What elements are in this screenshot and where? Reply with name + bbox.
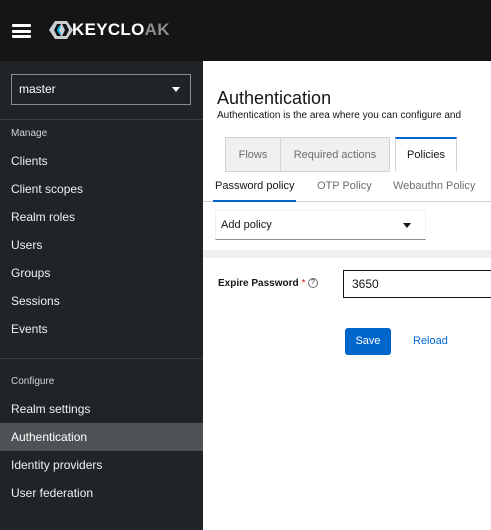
subtab-password-policy[interactable]: Password policy bbox=[212, 172, 297, 202]
sidebar: master Manage Clients Client scopes Real… bbox=[0, 61, 203, 530]
hamburger-icon[interactable] bbox=[12, 24, 31, 38]
page-header: Authentication Authentication is the are… bbox=[203, 61, 491, 146]
policy-toolbar: Add policy bbox=[203, 202, 491, 250]
brand-name[interactable]: KEYCLOAK bbox=[72, 18, 170, 42]
brand-name-main: KEYCLO bbox=[72, 20, 145, 39]
nav-section-title-manage: Manage bbox=[11, 128, 48, 139]
sidebar-item-realm-roles[interactable]: Realm roles bbox=[0, 203, 203, 231]
sidebar-item-authentication[interactable]: Authentication bbox=[0, 423, 203, 451]
password-policy-form: Expire Password* ? Save Reload bbox=[203, 258, 491, 530]
keycloak-logo-icon bbox=[49, 21, 73, 39]
tab-flows[interactable]: Flows bbox=[225, 137, 281, 172]
sidebar-item-events[interactable]: Events bbox=[0, 315, 203, 343]
policy-subtabs: Password policy OTP Policy Webauthn Poli… bbox=[203, 172, 491, 202]
sidebar-item-users[interactable]: Users bbox=[0, 231, 203, 259]
expire-password-input[interactable] bbox=[343, 270, 491, 298]
sidebar-item-client-scopes[interactable]: Client scopes bbox=[0, 175, 203, 203]
help-icon[interactable]: ? bbox=[308, 278, 318, 288]
nav-section-title-configure: Configure bbox=[11, 376, 55, 387]
sidebar-item-user-federation[interactable]: User federation bbox=[0, 479, 203, 507]
sidebar-item-clients[interactable]: Clients bbox=[0, 147, 203, 175]
masthead: KEYCLOAK bbox=[0, 0, 491, 61]
sidebar-item-realm-settings[interactable]: Realm settings bbox=[0, 395, 203, 423]
caret-down-icon bbox=[403, 223, 411, 228]
required-mark: * bbox=[301, 278, 306, 289]
caret-down-icon bbox=[172, 87, 180, 92]
brand-name-tail: AK bbox=[144, 20, 170, 39]
sidebar-item-groups[interactable]: Groups bbox=[0, 259, 203, 287]
reload-button[interactable]: Reload bbox=[413, 328, 448, 355]
tab-policies[interactable]: Policies bbox=[395, 137, 457, 172]
sidebar-item-identity-providers[interactable]: Identity providers bbox=[0, 451, 203, 479]
sidebar-divider bbox=[0, 358, 203, 359]
tabs: Flows Required actions Policies bbox=[203, 137, 491, 172]
sidebar-divider bbox=[0, 119, 203, 120]
expire-password-label-text: Expire Password bbox=[218, 278, 299, 289]
realm-select-value: master bbox=[19, 82, 56, 96]
realm-select[interactable]: master bbox=[11, 74, 191, 105]
add-policy-label: Add policy bbox=[221, 219, 272, 231]
page-title: Authentication bbox=[217, 88, 332, 108]
add-policy-select[interactable]: Add policy bbox=[215, 210, 426, 240]
page-description: Authentication is the area where you can… bbox=[217, 110, 462, 121]
sidebar-item-sessions[interactable]: Sessions bbox=[0, 287, 203, 315]
expire-password-label: Expire Password * bbox=[218, 277, 306, 291]
save-button[interactable]: Save bbox=[345, 328, 391, 355]
main-content: Authentication Authentication is the are… bbox=[203, 61, 491, 530]
tab-required-actions[interactable]: Required actions bbox=[280, 137, 390, 172]
subtab-webauthn-policy[interactable]: Webauthn Policy bbox=[393, 172, 475, 201]
subtab-otp-policy[interactable]: OTP Policy bbox=[317, 172, 372, 201]
